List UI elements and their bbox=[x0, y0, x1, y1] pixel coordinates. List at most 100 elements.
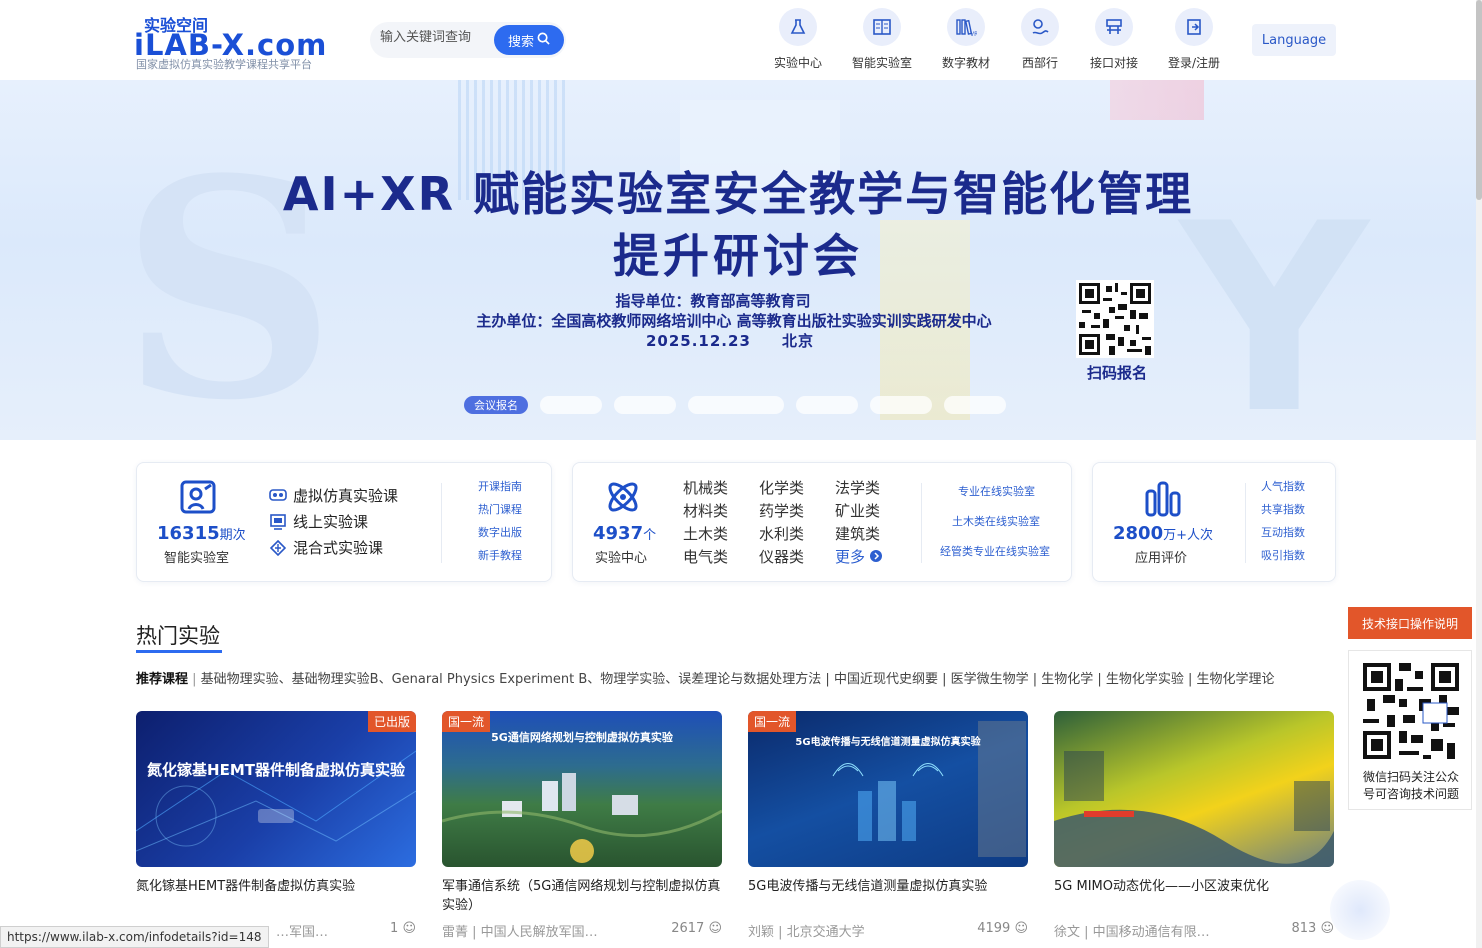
category-link[interactable]: 土木类 bbox=[683, 523, 728, 544]
header: 实验空间 iLAB-X.com 国家虚拟仿真实验教学课程共享平台 搜索 实验中心… bbox=[0, 0, 1482, 80]
popularity-index-link[interactable]: 人气指数 bbox=[1261, 478, 1305, 494]
svg-text:VR: VR bbox=[970, 31, 977, 37]
wechat-qr-text: 微信扫码关注公众 号可咨询技术问题 bbox=[1349, 769, 1473, 803]
banner-title-line2: 提升研讨会 bbox=[613, 229, 863, 283]
section-title: 热门实验 bbox=[136, 624, 220, 648]
banner-host-unit: 主办单位：全国高校教师网络培训中心 高等教育出版社实验实训实践研发中心 bbox=[476, 312, 992, 330]
search-input[interactable] bbox=[380, 30, 490, 45]
recommend-label: 推荐课程 bbox=[136, 672, 189, 687]
language-button[interactable]: Language bbox=[1252, 24, 1336, 56]
search-icon bbox=[537, 32, 550, 49]
tutorial-link[interactable]: 新手教程 bbox=[478, 547, 522, 563]
experiment-card[interactable]: 已出版 氮化镓基HEMT器件制备虚拟仿真实验 氮化镓基HEMT器件制备虚拟仿真实… bbox=[136, 711, 416, 940]
experiment-meta: 刘颖 | 北京交通大学 4199 ☺ bbox=[748, 921, 1028, 940]
experiment-thumbnail[interactable] bbox=[1054, 711, 1334, 867]
evaluation-card: 2800万+人次 应用评价 人气指数 共享指数 互动指数 吸引指数 bbox=[1092, 462, 1336, 582]
carousel-dot[interactable] bbox=[796, 396, 858, 414]
experiment-name[interactable]: 氮化镓基HEMT器件制备虚拟仿真实验 bbox=[136, 877, 416, 917]
nav-interface[interactable]: 接口对接 bbox=[1084, 8, 1144, 71]
register-qr-code bbox=[1076, 280, 1154, 358]
category-link[interactable]: 建筑类 bbox=[835, 523, 880, 544]
page-scrollbar[interactable] bbox=[1476, 0, 1482, 948]
experiment-card[interactable]: 国一流 5G通信网络规划与控制虚拟仿真实验 军事通信系统（5G通信网络规划与控制… bbox=[442, 711, 722, 940]
carousel-dot[interactable] bbox=[540, 396, 602, 414]
experiment-name[interactable]: 军事通信系统（5G通信网络规划与控制虚拟仿真实验） bbox=[442, 877, 722, 917]
digital-publish-link[interactable]: 数字出版 bbox=[478, 524, 522, 540]
experiment-card[interactable]: 国一流 5G电波传播与无线信道测量虚拟仿真实验 5G电波传播与无线信道测量虚拟仿… bbox=[748, 711, 1028, 940]
nav-login[interactable]: 登录/注册 bbox=[1164, 8, 1224, 71]
carousel-dot[interactable] bbox=[688, 396, 784, 414]
hot-course-link[interactable]: 热门课程 bbox=[478, 501, 522, 517]
published-tag: 已出版 bbox=[367, 711, 416, 732]
browser-status-url: https://www.ilab-x.com/infodetails?id=14… bbox=[0, 926, 269, 948]
nav-lab-center[interactable]: 实验中心 bbox=[768, 8, 828, 71]
experiment-thumbnail[interactable]: 国一流 5G电波传播与无线信道测量虚拟仿真实验 bbox=[748, 711, 1028, 867]
divider bbox=[441, 483, 442, 563]
nav-west[interactable]: 西部行 bbox=[1010, 8, 1070, 71]
thumbnail-title: 5G通信网络规划与控制虚拟仿真实验 bbox=[491, 731, 673, 744]
recommend-items[interactable]: 基础物理实验、基础物理实验B、Genaral Physics Experimen… bbox=[201, 672, 1275, 687]
experiment-thumbnail[interactable]: 国一流 5G通信网络规划与控制虚拟仿真实验 bbox=[442, 711, 722, 867]
smart-lab-card: 16315期次 智能实验室 虚拟仿真实验课 线上实验课 混合式实验课 开课指南 … bbox=[136, 462, 552, 582]
more-categories-link[interactable]: 更多 bbox=[835, 546, 882, 567]
experiment-name[interactable]: 5G MIMO动态优化——小区波束优化 bbox=[1054, 877, 1334, 917]
arrow-right-circle-icon bbox=[869, 548, 882, 566]
category-link[interactable]: 电气类 bbox=[683, 546, 728, 567]
qr-label: 扫码报名 bbox=[1086, 364, 1147, 382]
category-link[interactable]: 化学类 bbox=[759, 477, 804, 498]
nav-label: 登录/注册 bbox=[1167, 56, 1221, 70]
carousel-dot[interactable] bbox=[614, 396, 676, 414]
site-logo[interactable]: 实验空间 iLAB-X.com 国家虚拟仿真实验教学课程共享平台 bbox=[134, 10, 344, 72]
tech-interface-guide-button[interactable]: 技术接口操作说明 bbox=[1348, 607, 1472, 639]
experiment-name[interactable]: 5G电波传播与无线信道测量虚拟仿真实验 bbox=[748, 877, 1028, 917]
civil-lab-link[interactable]: 土木类在线实验室 bbox=[952, 513, 1040, 529]
attraction-index-link[interactable]: 吸引指数 bbox=[1261, 547, 1305, 563]
interface-icon bbox=[1095, 8, 1133, 46]
experiment-author: 徐文 bbox=[1054, 925, 1081, 940]
floating-orb[interactable] bbox=[1330, 880, 1390, 940]
experiment-org: 中国移动通信有限… bbox=[1092, 925, 1210, 940]
experiment-meta: 雷菁 | 中国人民解放军国… 2617 ☺ bbox=[442, 921, 722, 940]
category-link[interactable]: 水利类 bbox=[759, 523, 804, 544]
carousel-dot[interactable] bbox=[870, 396, 932, 414]
virtual-sim-course-link[interactable]: 虚拟仿真实验课 bbox=[269, 485, 398, 506]
book-icon bbox=[863, 8, 901, 46]
smart-lab-count: 16315期次 bbox=[157, 523, 246, 544]
online-lab-link[interactable]: 专业在线实验室 bbox=[958, 483, 1035, 499]
experiment-card[interactable]: 5G MIMO动态优化——小区波束优化 徐文 | 中国移动通信有限… 813 ☺ bbox=[1054, 711, 1334, 940]
section-title-underline bbox=[136, 650, 222, 653]
share-index-link[interactable]: 共享指数 bbox=[1261, 501, 1305, 517]
interaction-index-link[interactable]: 互动指数 bbox=[1261, 524, 1305, 540]
user-icon: ☺ bbox=[1320, 921, 1334, 936]
category-link[interactable]: 仪器类 bbox=[759, 546, 804, 567]
search-button[interactable]: 搜索 bbox=[494, 25, 564, 55]
hero-banner[interactable]: S Y AI+XR 赋能实验室安全教学与智能化管理 提升研讨会 指导单位：教育部… bbox=[0, 80, 1476, 440]
category-link[interactable]: 药学类 bbox=[759, 500, 804, 521]
carousel-dot[interactable] bbox=[944, 396, 1006, 414]
banner-carousel-dots: 会议报名 bbox=[464, 396, 1006, 416]
online-course-link[interactable]: 线上实验课 bbox=[269, 511, 368, 532]
experiment-thumbnail[interactable]: 已出版 氮化镓基HEMT器件制备虚拟仿真实验 bbox=[136, 711, 416, 867]
category-link[interactable]: 材料类 bbox=[683, 500, 728, 521]
guide-link[interactable]: 开课指南 bbox=[478, 478, 522, 494]
user-icon: ☺ bbox=[1014, 921, 1028, 936]
meta-separator: | bbox=[472, 925, 481, 940]
vr-goggles-icon bbox=[269, 488, 287, 504]
nav-smart-lab[interactable]: 智能实验室 bbox=[852, 8, 912, 71]
first-class-tag: 国一流 bbox=[748, 711, 797, 732]
nav-digital-books[interactable]: VR 数字教材 bbox=[936, 8, 996, 71]
banner-date-place: 2025.12.23 北京 bbox=[645, 332, 814, 350]
category-link[interactable]: 法学类 bbox=[835, 477, 880, 498]
experiment-author: 雷菁 bbox=[442, 925, 469, 940]
banner-guide-unit: 指导单位：教育部高等教育司 bbox=[615, 292, 811, 310]
econ-lab-link[interactable]: 经管类专业在线实验室 bbox=[940, 543, 1050, 559]
category-link[interactable]: 机械类 bbox=[683, 477, 728, 498]
hybrid-course-link[interactable]: 混合式实验课 bbox=[269, 537, 383, 558]
banner-decoration bbox=[1110, 80, 1204, 120]
experiment-org: 中国人民解放军国… bbox=[480, 925, 598, 940]
category-link[interactable]: 矿业类 bbox=[835, 500, 880, 521]
experiment-count: 1 ☺ bbox=[390, 921, 416, 936]
banner-title: AI+XR 赋能实验室安全教学与智能化管理 bbox=[282, 167, 1194, 221]
carousel-dot-active[interactable]: 会议报名 bbox=[464, 396, 528, 414]
scrollbar-thumb[interactable] bbox=[1476, 0, 1482, 200]
